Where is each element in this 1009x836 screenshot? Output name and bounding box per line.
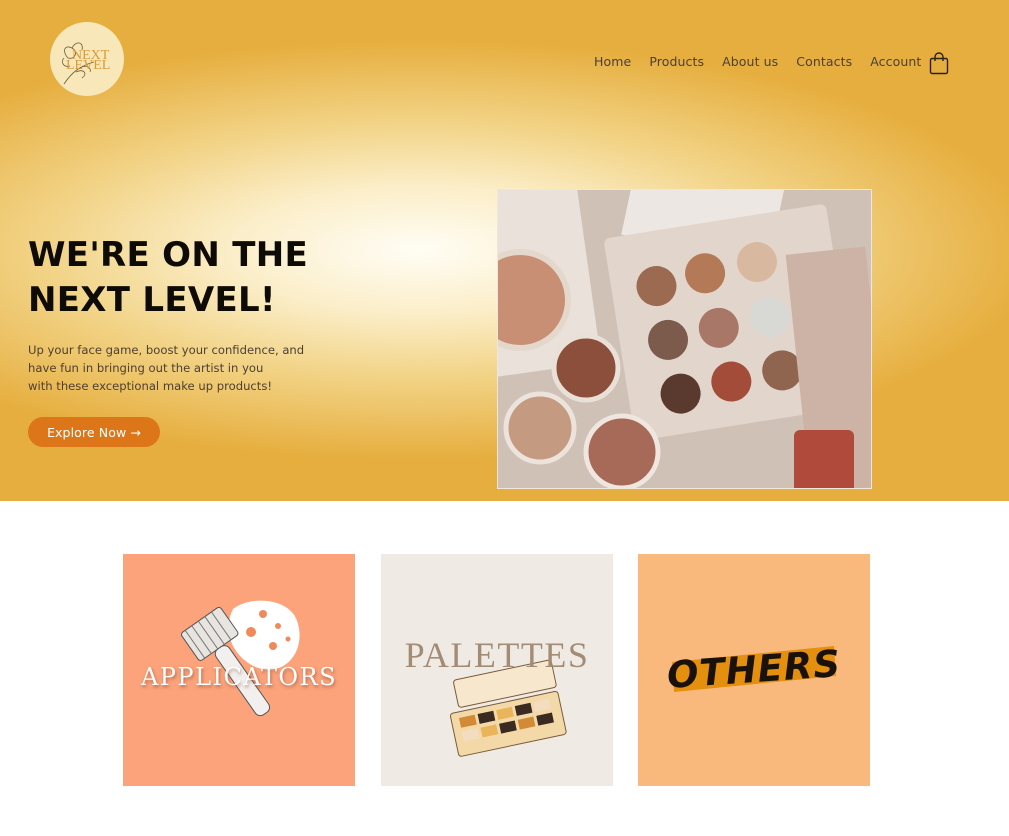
hero-headline-line-2: NEXT LEVEL! bbox=[28, 280, 276, 320]
nav-home[interactable]: Home bbox=[594, 54, 631, 69]
nav-contacts[interactable]: Contacts bbox=[796, 54, 852, 69]
nav-account[interactable]: Account bbox=[870, 54, 921, 69]
logo-mark: NEXT LEVEL bbox=[62, 42, 110, 85]
category-palettes-label: PALETTES bbox=[404, 635, 590, 675]
category-applicators[interactable]: APPLICATORS bbox=[123, 554, 355, 786]
explore-now-button[interactable]: Explore Now → bbox=[28, 417, 160, 447]
hero-headline-line-1: WE'RE ON THE bbox=[28, 235, 309, 275]
hero-subtitle-line-2: have fun in bringing out the artist in y… bbox=[28, 361, 264, 375]
logo-text-level: LEVEL bbox=[66, 58, 110, 73]
hero-subtitle-line-3: with these exceptional make up products! bbox=[28, 379, 273, 393]
nav-about-us[interactable]: About us bbox=[722, 54, 778, 69]
hero-headline: WE'RE ON THE NEXT LEVEL! bbox=[28, 233, 348, 323]
hero-product-image bbox=[497, 189, 872, 489]
hero-subtitle-line-1: Up your face game, boost your confidence… bbox=[28, 343, 305, 357]
hero-section: NEXT LEVEL Home Products About us Contac… bbox=[0, 0, 1009, 501]
nav-products[interactable]: Products bbox=[649, 54, 704, 69]
brand-logo[interactable]: NEXT LEVEL bbox=[50, 22, 124, 96]
category-applicators-label: APPLICATORS bbox=[140, 663, 338, 691]
shopping-bag-icon[interactable] bbox=[928, 51, 950, 75]
main-nav: Home Products About us Contacts Account bbox=[585, 54, 930, 69]
category-palettes[interactable]: PALETTES bbox=[381, 554, 613, 786]
category-others[interactable]: OTHERS bbox=[638, 554, 870, 786]
hero-subtitle: Up your face game, boost your confidence… bbox=[28, 341, 338, 395]
